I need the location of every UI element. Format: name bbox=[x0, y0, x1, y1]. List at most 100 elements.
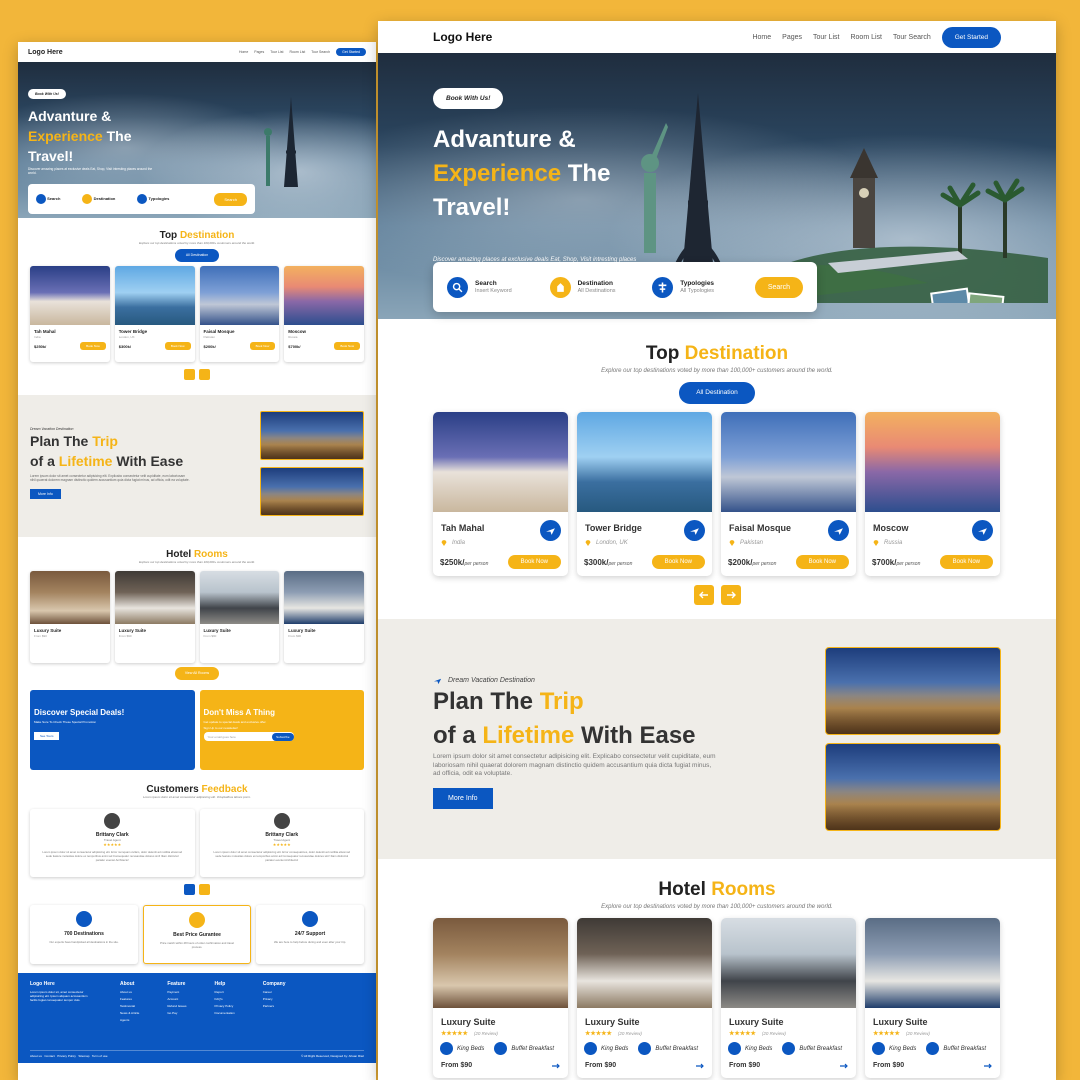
more-info-button[interactable]: More Info bbox=[433, 788, 493, 809]
preview-nav-tour-list[interactable]: Tour List bbox=[270, 50, 283, 54]
destination-card[interactable]: Tower Bridge London, UK $300k/per person… bbox=[577, 412, 712, 576]
destination-card[interactable]: Tah Mahal India $250k/per person Book Now bbox=[433, 412, 568, 576]
nav-room-list[interactable]: Room List bbox=[850, 34, 882, 41]
nav-tour-list[interactable]: Tour List bbox=[813, 34, 839, 41]
footer-bottom-link[interactable]: Contact bbox=[44, 1054, 54, 1058]
book-with-us-badge[interactable]: Book With Us! bbox=[433, 88, 504, 109]
preview-room-card[interactable]: Luxury Suite From $90 bbox=[114, 571, 195, 663]
arrow-right-icon[interactable] bbox=[840, 1063, 848, 1069]
nav-pages[interactable]: Pages bbox=[782, 34, 802, 41]
preview-book-now-button[interactable]: Book Now bbox=[334, 342, 360, 350]
preview-subscribe-button[interactable]: Subscribe bbox=[272, 732, 294, 741]
book-now-button[interactable]: Book Now bbox=[939, 555, 993, 569]
preview-destination-card[interactable]: Tower Bridge London, UK $300k/Book Now bbox=[114, 266, 195, 362]
preview-nav-room-list[interactable]: Room List bbox=[289, 50, 305, 54]
footer-link[interactable]: Testimonial bbox=[120, 1004, 139, 1008]
footer-link[interactable]: Agents bbox=[120, 1018, 139, 1022]
amenity-bed: King Beds bbox=[457, 1046, 485, 1053]
arrow-right-icon[interactable] bbox=[696, 1063, 704, 1069]
preview-see-tours-button[interactable]: See Tours bbox=[34, 732, 60, 740]
footer-link[interactable]: Privacy bbox=[263, 997, 286, 1001]
arrow-left-icon[interactable] bbox=[693, 585, 714, 605]
preview-typology-field[interactable]: Typologies bbox=[137, 194, 169, 204]
arrow-right-icon[interactable] bbox=[552, 1063, 560, 1069]
preview-view-all-rooms-button[interactable]: View All Rooms bbox=[175, 667, 219, 680]
search-field[interactable]: Search Insert Keyword bbox=[447, 276, 550, 298]
typology-field[interactable]: Typologies All Typologies bbox=[652, 276, 755, 298]
destination-field[interactable]: Destination All Destinations bbox=[549, 276, 653, 298]
footer-link[interactable]: Go Pay bbox=[167, 1011, 186, 1015]
nav-home[interactable]: Home bbox=[752, 34, 771, 41]
footer-link[interactable]: Features bbox=[120, 997, 139, 1001]
preview-nav-home[interactable]: Home bbox=[239, 50, 248, 54]
preview-search-button[interactable]: Search bbox=[214, 192, 247, 206]
preview-email-input[interactable]: Your email goes here Subscribe bbox=[203, 732, 294, 741]
destination-card[interactable]: Faisal Mosque Pakistan $200k/per person B… bbox=[721, 412, 856, 576]
footer-bottom-link[interactable]: Sitemap bbox=[78, 1054, 89, 1058]
destination-card[interactable]: Moscow Russia $700k/per person Book Now bbox=[865, 412, 1000, 576]
preview-feedback-prev-icon[interactable] bbox=[184, 884, 195, 895]
preview-destination-card[interactable]: Faisal Mosque Pakistan $200k/Book Now bbox=[199, 266, 280, 362]
footer-link[interactable]: Account bbox=[167, 997, 186, 1001]
book-now-button[interactable]: Book Now bbox=[795, 555, 849, 569]
destination-cards: Tah Mahal India $250k/per person Book Now… bbox=[378, 412, 1056, 576]
preview-destination-field[interactable]: Destination bbox=[82, 194, 115, 204]
footer-link[interactable]: News & Article bbox=[120, 1011, 139, 1015]
footer-link[interactable]: Partners bbox=[263, 1004, 286, 1008]
preview-room-card[interactable]: Luxury Suite From $90 bbox=[30, 571, 110, 663]
footer-link[interactable]: Payment bbox=[167, 990, 186, 994]
arrow-right-icon[interactable] bbox=[720, 585, 741, 605]
logo[interactable]: Logo Here bbox=[433, 30, 492, 44]
preview-all-destination-button[interactable]: All Destination bbox=[175, 249, 219, 262]
footer-link[interactable]: About us bbox=[120, 990, 139, 994]
room-card[interactable]: Luxury Suite ★★★★★ (20 Review) King Beds B… bbox=[865, 918, 1000, 1078]
preview-destination-arrows bbox=[18, 369, 376, 380]
footer-bottom-link[interactable]: Term of use bbox=[92, 1054, 108, 1058]
room-card[interactable]: Luxury Suite ★★★★★ (20 Review) King Beds B… bbox=[721, 918, 856, 1078]
footer-link[interactable]: Documentation bbox=[215, 1011, 235, 1015]
all-destination-button[interactable]: All Destination bbox=[679, 382, 755, 404]
plane-icon[interactable] bbox=[828, 520, 849, 541]
hero-title-accent: Experience bbox=[433, 160, 562, 187]
preview-room-card[interactable]: Luxury Suite From $90 bbox=[284, 571, 364, 663]
amenity-food: Buffet Breakfast bbox=[943, 1046, 987, 1053]
preview-destination-card[interactable]: Tah Mahal India $250k/Book Now bbox=[30, 266, 110, 362]
search-button[interactable]: Search bbox=[754, 276, 804, 298]
preview-book-now-button[interactable]: Book Now bbox=[249, 342, 276, 350]
footer-link[interactable]: Report bbox=[215, 990, 235, 994]
preview-more-info-button[interactable]: More Info bbox=[30, 489, 61, 499]
preview-book-now-button[interactable]: Book Now bbox=[164, 342, 191, 350]
room-amenities: King Beds Buffet Breakfast bbox=[865, 1037, 1000, 1055]
room-image bbox=[114, 571, 195, 624]
footer-link[interactable]: Privacy Policy bbox=[215, 1004, 235, 1008]
preview-feedback-next-icon[interactable] bbox=[199, 884, 210, 895]
preview-search-field[interactable]: Search bbox=[36, 194, 60, 204]
footer-bottom-link[interactable]: Privacy Policy bbox=[57, 1054, 76, 1058]
preview-room-card[interactable]: Luxury Suite From $90 bbox=[199, 571, 280, 663]
location-pin-icon bbox=[585, 540, 591, 546]
room-card[interactable]: Luxury Suite ★★★★★ (20 Review) King Beds B… bbox=[577, 918, 712, 1078]
preview-prev-arrow-icon[interactable] bbox=[184, 369, 195, 380]
footer-link[interactable]: Career bbox=[263, 990, 286, 994]
preview-book-now-button[interactable]: Book Now bbox=[80, 342, 106, 350]
plane-icon[interactable] bbox=[684, 520, 705, 541]
preview-nav-tour-search[interactable]: Tour Search bbox=[311, 50, 330, 54]
book-now-button[interactable]: Book Now bbox=[507, 555, 561, 569]
footer-link[interactable]: Refund Issues bbox=[167, 1004, 186, 1008]
footer-bottom-link[interactable]: About us bbox=[30, 1054, 42, 1058]
get-started-button[interactable]: Get Started bbox=[941, 26, 1001, 48]
footer-link[interactable]: FAQ's bbox=[215, 997, 235, 1001]
preview-nav-pages[interactable]: Pages bbox=[254, 50, 264, 54]
preview-hero-badge[interactable]: Book With Us! bbox=[28, 89, 66, 99]
plane-icon[interactable] bbox=[540, 520, 561, 541]
book-now-button[interactable]: Book Now bbox=[651, 555, 705, 569]
plan-section: Dream Vacation Destination Plan The Trip… bbox=[378, 619, 1056, 859]
plane-icon[interactable] bbox=[972, 520, 993, 541]
arrow-right-icon[interactable] bbox=[984, 1063, 992, 1069]
preview-destination-card[interactable]: Moscow Russia $700k/Book Now bbox=[284, 266, 364, 362]
plan-kicker-text: Dream Vacation Destination bbox=[448, 677, 535, 684]
preview-get-started-button[interactable]: Get Started bbox=[336, 48, 366, 56]
nav-tour-search[interactable]: Tour Search bbox=[893, 34, 931, 41]
room-card[interactable]: Luxury Suite ★★★★★ (20 Review) King Beds B… bbox=[433, 918, 568, 1078]
preview-next-arrow-icon[interactable] bbox=[199, 369, 210, 380]
